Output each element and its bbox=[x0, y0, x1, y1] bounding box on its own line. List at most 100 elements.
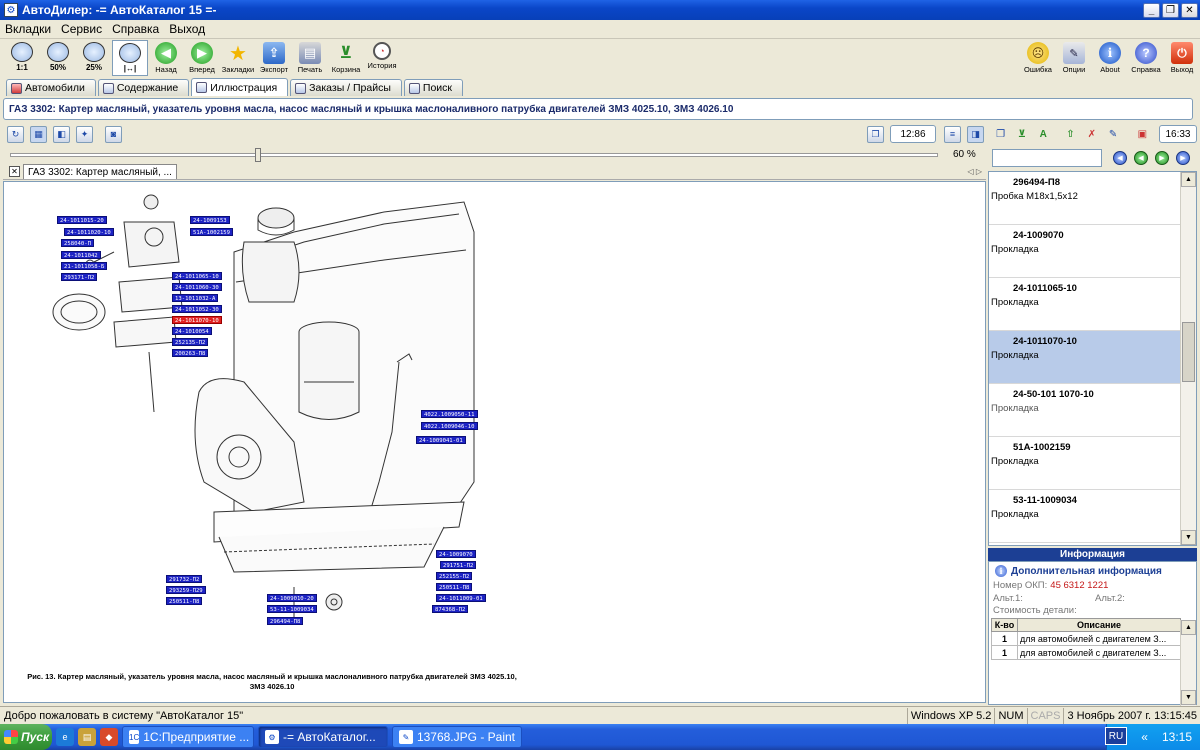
part-label[interactable]: 874368-П2 bbox=[432, 605, 469, 613]
print-button[interactable]: ▤ Печать bbox=[292, 40, 328, 76]
sort-icon[interactable]: A bbox=[1037, 127, 1050, 141]
history-button[interactable]: ◔ История bbox=[364, 40, 400, 76]
explorer-icon[interactable]: ▤ bbox=[78, 728, 96, 746]
menu-service[interactable]: Сервис bbox=[56, 22, 107, 36]
exit-button[interactable]: ⏻ Выход bbox=[1164, 40, 1200, 76]
menu-tabs[interactable]: Вкладки bbox=[0, 22, 56, 36]
first-icon[interactable]: ◀ bbox=[1113, 151, 1127, 165]
upload-icon[interactable]: ⇧ bbox=[1064, 127, 1077, 141]
table-row[interactable]: 1 для автомобилей с двигателем З... bbox=[991, 645, 1181, 660]
bookmarks-button[interactable]: ★ Закладки bbox=[220, 40, 256, 76]
list-view-icon[interactable]: ≡ bbox=[944, 125, 961, 143]
tab-search[interactable]: Поиск bbox=[403, 79, 464, 96]
part-label[interactable]: 24-1009070 bbox=[436, 550, 476, 558]
options-button[interactable]: ✎ Опции bbox=[1056, 40, 1092, 76]
tab-illustration[interactable]: Иллюстрация bbox=[191, 78, 289, 96]
part-label[interactable]: 24-1009010-20 bbox=[267, 594, 317, 602]
layers-icon[interactable]: ◧ bbox=[53, 125, 70, 143]
part-label[interactable]: 291732-П2 bbox=[166, 575, 203, 583]
help-button[interactable]: ? Справка bbox=[1128, 40, 1164, 76]
part-label[interactable]: 24-1009153 bbox=[190, 216, 230, 224]
part-label[interactable]: 24-1011020-10 bbox=[64, 228, 114, 236]
scroll-up-icon[interactable]: ▲ bbox=[1181, 620, 1196, 635]
part-label[interactable]: 200263-П8 bbox=[172, 349, 209, 357]
part-label[interactable]: 252135-П2 bbox=[172, 338, 209, 346]
task-paint[interactable]: ✎ 13768.JPG - Paint bbox=[392, 726, 522, 748]
part-label[interactable]: 24-1011060-30 bbox=[172, 283, 222, 291]
back-button[interactable]: ◀ Назад bbox=[148, 40, 184, 76]
menu-exit[interactable]: Выход bbox=[164, 22, 210, 36]
refresh-icon[interactable]: ↻ bbox=[7, 125, 24, 143]
part-label[interactable]: 296494-П8 bbox=[267, 617, 304, 625]
basket-button[interactable]: ⊻ Корзина bbox=[328, 40, 364, 76]
zoom-50-button[interactable]: 50% bbox=[40, 40, 76, 76]
forward-button[interactable]: ▶ Вперед bbox=[184, 40, 220, 76]
split-view-icon[interactable]: ◨ bbox=[967, 125, 984, 143]
part-label[interactable]: 4022.1009046-10 bbox=[421, 422, 478, 430]
part-label[interactable]: 24-1009041-01 bbox=[416, 436, 466, 444]
scroll-up-icon[interactable]: ▲ bbox=[1181, 172, 1196, 187]
basket-icon[interactable]: ⊻ bbox=[1015, 127, 1028, 141]
list-item-selected[interactable]: 24-1011070-10 Прокладка bbox=[989, 331, 1182, 384]
tab-cars[interactable]: Автомобили bbox=[6, 79, 96, 96]
tray-expand-icon[interactable]: « bbox=[1141, 730, 1148, 744]
part-label[interactable]: 24-1011065-10 bbox=[172, 272, 222, 280]
zoom-fit-width-button[interactable]: |↔| bbox=[112, 40, 148, 76]
illustration-canvas[interactable]: 24-1011015-20 24-1011020-10 258040-П 24-… bbox=[3, 181, 986, 703]
language-indicator[interactable]: RU bbox=[1105, 727, 1127, 745]
part-label[interactable]: 24-1011009-01 bbox=[436, 594, 486, 602]
next-icon[interactable]: ▶ bbox=[1155, 151, 1169, 165]
part-label[interactable]: 258040-П bbox=[61, 239, 94, 247]
task-1c[interactable]: 1C 1С:Предприятие ... bbox=[122, 726, 254, 748]
favorite-icon[interactable]: ✦ bbox=[76, 125, 93, 143]
scroll-down-icon[interactable]: ▼ bbox=[1181, 530, 1196, 545]
parts-scrollbar[interactable]: ▲ ▼ bbox=[1180, 172, 1196, 545]
part-label[interactable]: 51А-1002159 bbox=[190, 228, 234, 236]
tab-contents[interactable]: Содержание bbox=[97, 79, 190, 96]
error-report-button[interactable]: ☹ Ошибка bbox=[1020, 40, 1056, 76]
slider-thumb[interactable] bbox=[255, 148, 261, 162]
list-item[interactable]: 296494-П8 Пробка М18х1,5х12 bbox=[989, 172, 1182, 225]
tab-scroll-arrows[interactable]: ◁ ▷ bbox=[967, 167, 982, 176]
zoom-25-button[interactable]: 25% bbox=[76, 40, 112, 76]
app-quicklaunch-icon[interactable]: ◆ bbox=[100, 728, 118, 746]
part-label[interactable]: 13-1011032-А bbox=[172, 294, 219, 302]
minimize-button[interactable]: _ bbox=[1143, 2, 1160, 18]
camera-icon[interactable]: ◙ bbox=[105, 125, 122, 143]
list-item[interactable]: 24-1011065-10 Прокладка bbox=[989, 278, 1182, 331]
ie-icon[interactable]: e bbox=[56, 728, 74, 746]
export-button[interactable]: ⇪ Экспорт bbox=[256, 40, 292, 76]
part-label-selected[interactable]: 24-1011070-10 bbox=[172, 316, 222, 324]
list-item[interactable]: 53-11-1009034 Прокладка bbox=[989, 490, 1182, 543]
part-label[interactable]: 293171-П2 bbox=[61, 273, 98, 281]
prev-icon[interactable]: ◀ bbox=[1134, 151, 1148, 165]
parts-search-input[interactable] bbox=[992, 149, 1102, 167]
part-label[interactable]: 21-1011058-Б bbox=[61, 262, 108, 270]
copy-icon[interactable]: ❐ bbox=[994, 127, 1007, 141]
part-label[interactable]: 250511-П8 bbox=[166, 597, 203, 605]
scroll-thumb[interactable] bbox=[1182, 322, 1195, 382]
part-label[interactable]: 4022.1009050-11 bbox=[421, 410, 478, 418]
part-label[interactable]: 24-1011015-20 bbox=[57, 216, 107, 224]
part-label[interactable]: 24-1011052-30 bbox=[172, 305, 222, 313]
document-tab[interactable]: ГАЗ 3302: Картер масляный, ... bbox=[23, 164, 177, 179]
grid-icon[interactable]: ▦ bbox=[30, 125, 47, 143]
list-item[interactable]: 24-1009070 Прокладка bbox=[989, 225, 1182, 278]
last-icon[interactable]: ▶ bbox=[1176, 151, 1190, 165]
part-label[interactable]: 291751-П2 bbox=[440, 561, 477, 569]
part-label[interactable]: 53-11-1009034 bbox=[267, 605, 317, 613]
maximize-button[interactable]: ❐ bbox=[1162, 2, 1179, 18]
table-row[interactable]: 1 для автомобилей с двигателем З... bbox=[991, 631, 1181, 646]
part-label[interactable]: 293259-П29 bbox=[166, 586, 206, 594]
copy-icon[interactable]: ❐ bbox=[867, 125, 884, 143]
zoom-1to1-button[interactable]: 1:1 bbox=[4, 40, 40, 76]
part-label[interactable]: 24-1011042 bbox=[61, 251, 101, 259]
app-icon[interactable]: ⚙ bbox=[4, 3, 18, 17]
close-button[interactable]: ✕ bbox=[1181, 2, 1198, 18]
task-autocatalog[interactable]: ⚙ -= АвтоКаталог... bbox=[258, 726, 388, 748]
menu-help[interactable]: Справка bbox=[107, 22, 164, 36]
scroll-down-icon[interactable]: ▼ bbox=[1181, 690, 1196, 705]
list-item[interactable]: 24-50-101 1070-10 Прокладка bbox=[989, 384, 1182, 437]
close-doc-icon[interactable]: ✕ bbox=[9, 166, 20, 177]
start-button[interactable]: Пуск bbox=[0, 724, 52, 750]
